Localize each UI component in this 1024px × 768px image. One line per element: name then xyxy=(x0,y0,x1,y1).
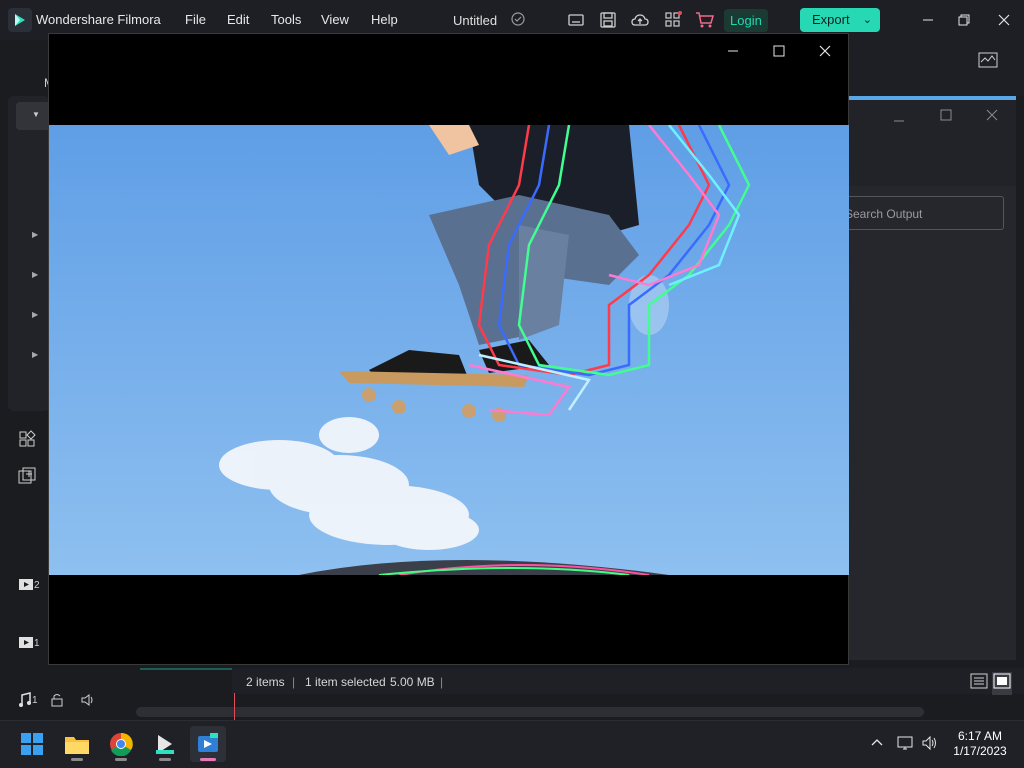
menu-help[interactable]: Help xyxy=(371,12,398,27)
system-clock[interactable]: 6:17 AM 1/17/2023 xyxy=(950,729,1010,759)
lock-icon[interactable] xyxy=(50,693,64,712)
timeline-scrollbar[interactable] xyxy=(136,707,924,717)
export-button[interactable]: Export ⌄ xyxy=(800,8,880,32)
skateboarder-image xyxy=(49,125,849,575)
caret-right-icon[interactable]: ▶ xyxy=(32,350,38,359)
filmora-logo-icon xyxy=(8,8,32,32)
video-track-1-label: 1 xyxy=(34,638,40,649)
status-separator: | xyxy=(292,675,296,689)
menu-file[interactable]: File xyxy=(185,12,206,27)
menu-tools[interactable]: Tools xyxy=(271,12,301,27)
caret-right-icon[interactable]: ▶ xyxy=(32,230,38,239)
login-button[interactable]: Login xyxy=(724,9,768,32)
network-icon[interactable] xyxy=(897,735,915,753)
save-icon[interactable] xyxy=(599,11,617,29)
chevron-up-icon[interactable] xyxy=(870,735,888,753)
saved-check-icon xyxy=(510,11,528,29)
preview-minimize-icon[interactable] xyxy=(721,42,745,60)
right-toolbar xyxy=(848,40,1024,96)
caret-right-icon[interactable]: ▶ xyxy=(32,270,38,279)
minimize-icon[interactable] xyxy=(914,8,942,32)
items-count: 2 items xyxy=(246,675,285,689)
panel-maximize-icon[interactable] xyxy=(940,108,960,124)
selected-count: 1 item selected xyxy=(305,675,386,689)
apps-grid-icon[interactable] xyxy=(664,11,682,29)
running-indicator xyxy=(159,758,171,761)
volume-icon[interactable] xyxy=(921,735,939,753)
project-title[interactable]: Untitled xyxy=(453,13,497,28)
chevron-down-icon[interactable]: ⌄ xyxy=(863,8,872,32)
timeline-playhead[interactable] xyxy=(234,693,235,720)
windows-start-icon[interactable] xyxy=(14,726,50,762)
menu-view[interactable]: View xyxy=(321,12,349,27)
timeline-clip-edge xyxy=(140,668,232,670)
audio-track-label: 1 xyxy=(32,695,38,706)
preview-window xyxy=(48,33,849,665)
preview-close-icon[interactable] xyxy=(813,42,837,60)
cart-icon[interactable] xyxy=(695,11,714,29)
caret-right-icon[interactable]: ▶ xyxy=(32,310,38,319)
video-track-2-label: 2 xyxy=(34,580,40,591)
panel-close-icon[interactable] xyxy=(986,108,1006,124)
add-track-icon[interactable] xyxy=(18,467,38,487)
preview-maximize-icon[interactable] xyxy=(767,42,791,60)
close-icon[interactable] xyxy=(990,8,1018,32)
menu-edit[interactable]: Edit xyxy=(227,12,249,27)
restore-icon[interactable] xyxy=(950,8,978,32)
thumbnail-view-icon[interactable] xyxy=(992,672,1012,695)
filmora-installer-icon[interactable] xyxy=(147,726,183,762)
active-indicator xyxy=(200,758,216,761)
waveform-icon[interactable] xyxy=(978,52,998,73)
clock-date: 1/17/2023 xyxy=(953,744,1007,758)
export-label: Export xyxy=(812,12,850,27)
filmora-app-icon[interactable] xyxy=(190,726,226,762)
search-output-input[interactable]: Search Output xyxy=(830,196,1004,230)
app-name: Wondershare Filmora xyxy=(36,12,161,27)
output-panel xyxy=(848,100,1016,660)
panel-minimize-icon[interactable] xyxy=(893,112,913,128)
speaker-icon[interactable] xyxy=(80,693,96,712)
video-frame xyxy=(49,125,849,575)
media-tree-panel: ▼ ▶ ▶ ▶ ▶ xyxy=(8,96,56,411)
chrome-icon[interactable] xyxy=(103,726,139,762)
file-explorer-icon[interactable] xyxy=(59,726,95,762)
keyboard-icon[interactable] xyxy=(567,11,585,29)
list-view-icon[interactable] xyxy=(970,673,988,694)
layout-grid-icon[interactable] xyxy=(18,430,38,450)
running-indicator xyxy=(71,758,83,761)
cloud-upload-icon[interactable] xyxy=(631,11,649,29)
running-indicator xyxy=(115,758,127,761)
caret-down-icon[interactable]: ▼ xyxy=(32,110,40,119)
selected-size: 5.00 MB xyxy=(390,675,435,689)
status-separator: | xyxy=(440,675,444,689)
clock-time: 6:17 AM xyxy=(957,729,1003,743)
